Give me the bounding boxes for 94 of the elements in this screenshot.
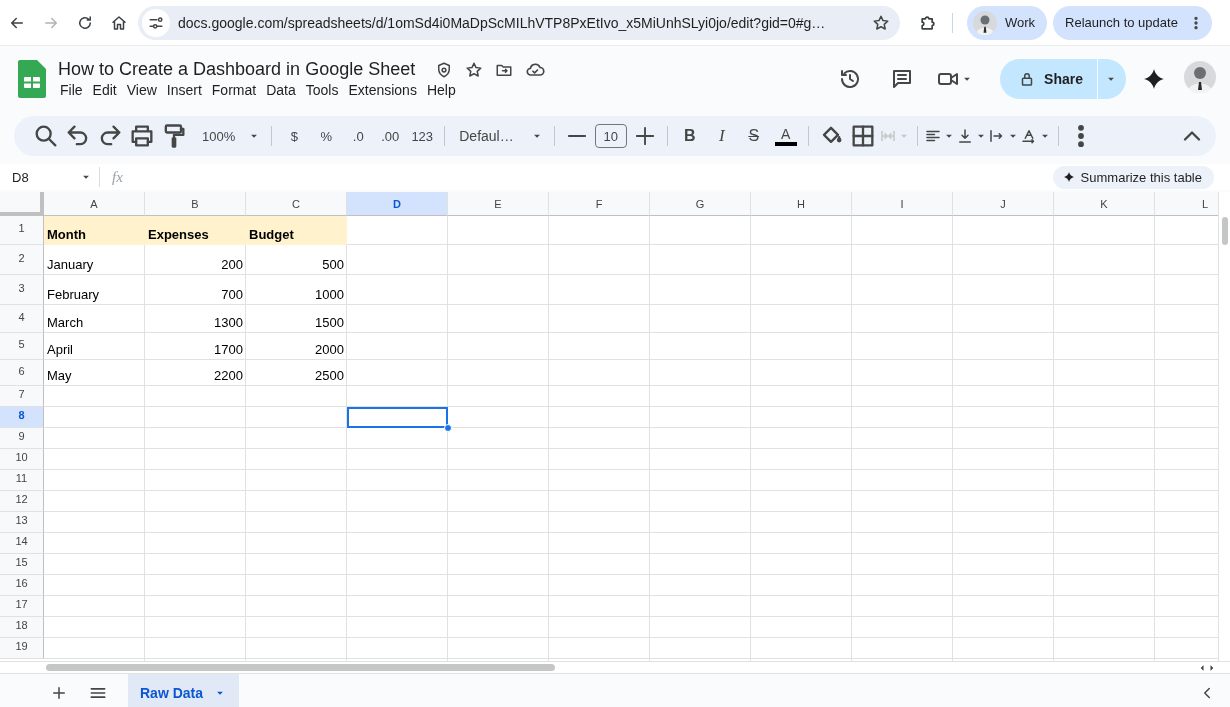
strikethrough-button[interactable]: S	[737, 122, 770, 150]
avatar-icon[interactable]	[1184, 61, 1216, 93]
table-cell-text: 700	[220, 286, 244, 304]
scroll-left-icon[interactable]	[1198, 663, 1206, 672]
avatar-icon[interactable]	[973, 10, 997, 35]
number-format-button[interactable]: 123	[406, 122, 439, 150]
sheet-tab[interactable]: Raw Data	[128, 674, 240, 707]
column-header[interactable]: L	[1155, 192, 1218, 216]
menu-item[interactable]: Format	[209, 81, 265, 99]
menu-item[interactable]: Insert	[164, 81, 210, 99]
table-cell-text: 200	[220, 256, 244, 274]
site-settings-icon[interactable]	[142, 8, 170, 37]
fill-handle[interactable]	[444, 424, 452, 432]
column-header[interactable]: J	[953, 192, 1054, 216]
table-cell: Month	[44, 216, 145, 245]
row-header[interactable]: 17	[0, 596, 44, 617]
row-header[interactable]: 8	[0, 407, 44, 428]
menu-item[interactable]: Data	[264, 81, 304, 99]
home-icon[interactable]	[110, 13, 128, 32]
cell-reference: D8	[12, 169, 29, 185]
column-header[interactable]: F	[549, 192, 650, 216]
column-header[interactable]: C	[246, 192, 347, 216]
star-icon[interactable]	[465, 60, 484, 79]
row-header[interactable]: 3	[0, 275, 44, 305]
summarize-button[interactable]: Summarize this table	[1052, 165, 1214, 189]
formula-label: fx	[112, 168, 123, 186]
scroll-right-icon[interactable]	[1208, 663, 1216, 672]
row-header[interactable]: 13	[0, 512, 44, 533]
address-bar[interactable]: docs.google.com/spreadsheets/d/1omSd4i0MaDpScMILhVTP8PxEtIvo_x5MiUnhSLyi0jo/edit?gid=0#g…	[138, 5, 900, 40]
table-cell: Budget	[246, 216, 347, 245]
row-header[interactable]: 2	[0, 245, 44, 275]
increase-decimal-button[interactable]: .00	[374, 122, 407, 150]
row-header[interactable]: 1	[0, 216, 44, 245]
scrollbar-thumb[interactable]	[46, 664, 555, 671]
zoom-dropdown[interactable]: 100%	[190, 122, 266, 150]
scrollbar-thumb[interactable]	[1221, 217, 1228, 245]
row-header[interactable]: 15	[0, 554, 44, 575]
font-size-field[interactable]: 10	[594, 124, 627, 148]
sparkle-icon[interactable]	[1062, 171, 1075, 183]
table-cell-text: May	[46, 367, 73, 385]
name-box[interactable]: D8	[0, 167, 100, 187]
menu-item[interactable]: Edit	[90, 81, 125, 99]
table-cell: Expenses	[145, 216, 246, 245]
document-title[interactable]: How to Create a Dashboard in Google Sheet	[58, 59, 416, 80]
menu-item[interactable]: Tools	[303, 81, 347, 99]
row-header[interactable]: 11	[0, 470, 44, 491]
sparkle-icon[interactable]	[1142, 67, 1166, 91]
column-header[interactable]: D	[347, 192, 448, 216]
relaunch-button[interactable]: Relaunch to update	[1053, 5, 1212, 40]
percent-button[interactable]: %	[310, 122, 343, 150]
bold-button[interactable]: B	[673, 122, 706, 150]
table-cell-text: 1300	[213, 314, 244, 332]
italic-button[interactable]: I	[705, 122, 738, 150]
table-cell-text: 500	[321, 256, 345, 274]
row-header[interactable]: 18	[0, 617, 44, 638]
row-header[interactable]: 12	[0, 491, 44, 512]
menu-item[interactable]: View	[124, 81, 165, 99]
column-header[interactable]: K	[1054, 192, 1155, 216]
table-cell-text: 1500	[314, 314, 345, 332]
column-header[interactable]: I	[852, 192, 953, 216]
column-header[interactable]: G	[650, 192, 751, 216]
reload-icon[interactable]	[76, 13, 94, 32]
sheets-logo-icon[interactable]	[18, 60, 46, 98]
currency-button[interactable]: $	[278, 122, 311, 150]
column-header[interactable]: H	[751, 192, 852, 216]
decrease-decimal-button[interactable]: .0	[342, 122, 375, 150]
table-cell-text: February	[46, 286, 101, 304]
table-cell-text: 2500	[314, 367, 345, 385]
table-cell-text: 1700	[213, 341, 244, 359]
row-header[interactable]: 19	[0, 638, 44, 659]
column-header[interactable]: B	[145, 192, 246, 216]
column-header[interactable]: E	[448, 192, 549, 216]
table-cell-text: March	[46, 314, 85, 332]
table-cell-text: 2200	[213, 367, 244, 385]
table-cell-text: 2000	[314, 341, 345, 359]
table-cell-text: 1000	[314, 286, 345, 304]
row-header[interactable]: 9	[0, 428, 44, 449]
table-cell-text: April	[46, 341, 74, 359]
row-header[interactable]: 10	[0, 449, 44, 470]
font-dropdown[interactable]: Defaul…	[451, 122, 548, 150]
row-header[interactable]: 7	[0, 386, 44, 407]
star-icon[interactable]	[872, 13, 890, 32]
row-header[interactable]: 14	[0, 533, 44, 554]
menu-item[interactable]: File	[58, 81, 91, 99]
row-header[interactable]: 4	[0, 305, 44, 333]
row-header[interactable]: 16	[0, 575, 44, 596]
menu-item[interactable]: Extensions	[346, 81, 425, 99]
row-header[interactable]: 5	[0, 333, 44, 360]
profile-button[interactable]: Work	[967, 5, 1048, 40]
menu-item[interactable]: Help	[424, 81, 464, 99]
text-color-button[interactable]: A	[769, 122, 802, 150]
table-cell-text: January	[46, 256, 95, 274]
row-header[interactable]: 6	[0, 360, 44, 386]
column-header[interactable]: A	[44, 192, 145, 216]
